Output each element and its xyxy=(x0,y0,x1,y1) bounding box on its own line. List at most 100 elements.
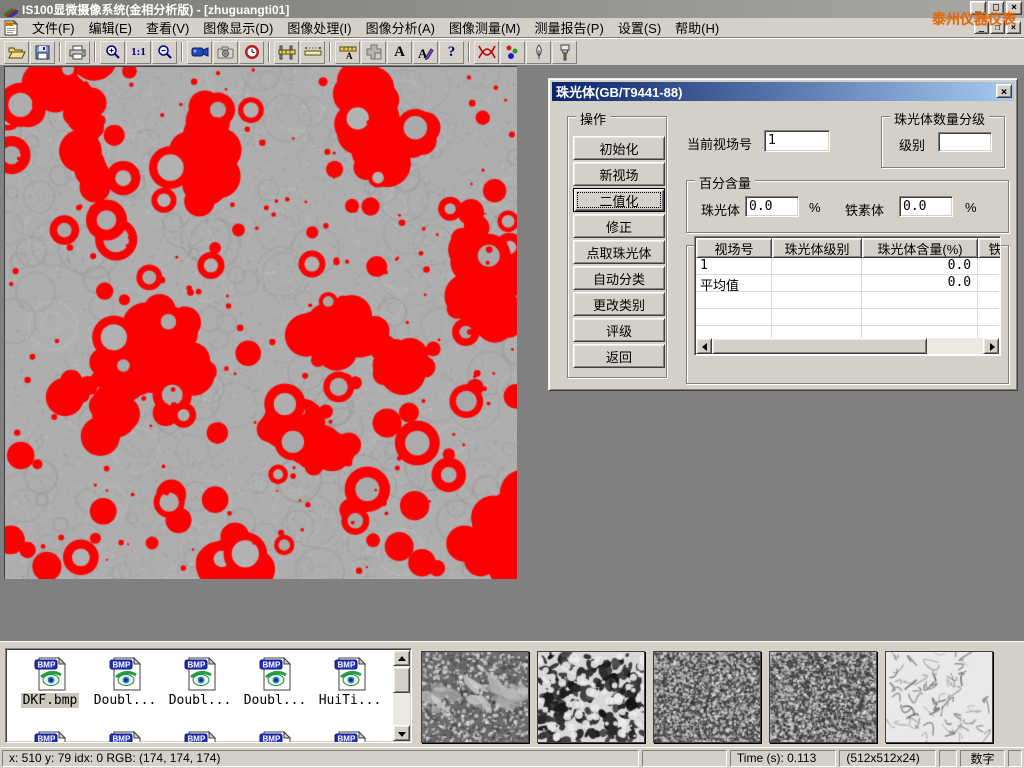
caliper-icon[interactable] xyxy=(274,41,299,64)
dialog-close-button[interactable]: × xyxy=(996,84,1012,98)
toolbar-separator xyxy=(181,42,183,62)
file-item-partial[interactable]: BMP xyxy=(164,729,236,743)
file-item[interactable]: BMP Doubl... xyxy=(164,655,236,708)
level-label: 级别 xyxy=(899,135,925,154)
video-camera-icon[interactable] xyxy=(187,41,212,64)
init-button[interactable]: 初始化 xyxy=(573,136,665,160)
thumbnail-4[interactable] xyxy=(769,651,877,743)
pick-pearlite-button[interactable]: 点取珠光体 xyxy=(573,240,665,264)
actual-size-icon[interactable]: 1:1 xyxy=(126,41,151,64)
file-item-partial[interactable]: BMP xyxy=(14,729,86,743)
thumbnail-5[interactable] xyxy=(885,651,993,743)
file-item[interactable]: BMP DKF.bmp xyxy=(14,655,86,708)
pearlite-percent-input[interactable]: 0.0 xyxy=(745,196,799,217)
dialog-title-bar[interactable]: 珠光体(GB/T9441-88) × xyxy=(552,82,1014,101)
col-field-header[interactable]: 视场号 xyxy=(696,238,772,258)
menu-item[interactable]: 图像显示(D) xyxy=(196,16,280,39)
col-ferrite-header[interactable]: 铁素体 xyxy=(978,238,1001,258)
open-folder-icon[interactable] xyxy=(4,41,29,64)
file-item-partial[interactable]: BMP xyxy=(89,729,161,743)
zoom-out-icon[interactable] xyxy=(152,41,177,64)
file-item-partial[interactable]: BMP xyxy=(314,729,386,743)
svg-text:DOC: DOC xyxy=(6,22,14,26)
menu-bar: DOC 文件(F)编辑(E)查看(V)图像显示(D)图像处理(I)图像分析(A)… xyxy=(0,18,1024,38)
col-level-header[interactable]: 珠光体级别 xyxy=(772,238,862,258)
print-icon[interactable] xyxy=(65,41,90,64)
current-field-input[interactable]: 1 xyxy=(764,130,830,152)
application-window: IS100显微摄像系统(金相分析版) - [zhuguangti01] _ □ … xyxy=(0,0,1024,768)
file-item-partial[interactable]: BMP xyxy=(239,729,311,743)
mode-panel: 数字 xyxy=(960,750,1005,767)
menu-item[interactable]: 图像分析(A) xyxy=(359,16,442,39)
scrollbar-thumb[interactable] xyxy=(712,338,927,354)
scroll-left-icon[interactable] xyxy=(696,338,712,354)
svg-text:A: A xyxy=(346,51,353,60)
svg-text:BMP: BMP xyxy=(338,735,356,744)
curve-tool-icon[interactable] xyxy=(474,41,499,64)
col-content-header[interactable]: 珠光体含量(%) xyxy=(862,238,978,258)
brush-tool-icon[interactable] xyxy=(552,41,577,64)
thumbnail-3[interactable] xyxy=(653,651,761,743)
move-grid-icon[interactable] xyxy=(361,41,386,64)
scroll-up-icon[interactable] xyxy=(393,650,410,666)
empty-panel xyxy=(939,750,957,767)
new-field-button[interactable]: 新视场 xyxy=(573,162,665,186)
metallographic-image[interactable] xyxy=(4,66,517,579)
table-row[interactable]: 1 0.0 xyxy=(696,258,999,275)
file-item[interactable]: BMP HuiTi... xyxy=(314,655,386,708)
ruler-dotted-icon[interactable] xyxy=(300,41,325,64)
change-class-button[interactable]: 更改类别 xyxy=(573,292,665,316)
image-size-panel: (512x512x24) xyxy=(839,750,936,767)
menu-item[interactable]: 设置(S) xyxy=(611,16,668,39)
menu-item[interactable]: 文件(F) xyxy=(25,16,82,39)
svg-text:BMP: BMP xyxy=(338,661,356,670)
pen-tool-icon[interactable] xyxy=(526,41,551,64)
file-item[interactable]: BMP Doubl... xyxy=(239,655,311,708)
menu-item[interactable]: 图像处理(I) xyxy=(280,16,358,39)
correct-button[interactable]: 修正 xyxy=(573,214,665,238)
app-icon xyxy=(2,2,18,17)
color-count-dots-icon[interactable] xyxy=(500,41,525,64)
time-panel: Time (s): 0.113 xyxy=(730,750,837,767)
scroll-down-icon[interactable] xyxy=(393,725,410,741)
toolbar: 1:1 A A A xyxy=(0,38,1024,66)
file-browser-strip: BMP DKF.bmp BMP Doubl... BMP Doubl... xyxy=(0,641,1024,747)
thumbnail-2[interactable] xyxy=(537,651,645,743)
auto-classify-button[interactable]: 自动分类 xyxy=(573,266,665,290)
toolbar-separator xyxy=(468,42,470,62)
document-icon: DOC xyxy=(3,20,19,36)
menu-item[interactable]: 编辑(E) xyxy=(82,16,139,39)
svg-text:BMP: BMP xyxy=(38,735,56,744)
level-input[interactable] xyxy=(938,132,992,152)
rate-button[interactable]: 评级 xyxy=(573,318,665,342)
file-item[interactable]: BMP Doubl... xyxy=(89,655,161,708)
thumbnail-1[interactable] xyxy=(421,651,529,743)
return-button[interactable]: 返回 xyxy=(573,344,665,368)
help-icon[interactable]: ? xyxy=(439,41,464,64)
binarize-button[interactable]: 二值化 xyxy=(573,188,665,212)
zoom-in-icon[interactable] xyxy=(100,41,125,64)
toolbar-separator xyxy=(329,42,331,62)
svg-text:BMP: BMP xyxy=(188,661,206,670)
timer-clock-icon[interactable] xyxy=(239,41,264,64)
text-a-icon[interactable]: A xyxy=(387,41,412,64)
text-edit-a-icon[interactable]: A xyxy=(413,41,438,64)
capture-camera-icon[interactable] xyxy=(213,41,238,64)
menu-item[interactable]: 测量报告(P) xyxy=(527,16,610,39)
toolbar-separator xyxy=(268,42,270,62)
file-list-scrollbar[interactable] xyxy=(393,650,410,741)
menu-item[interactable]: 查看(V) xyxy=(139,16,196,39)
ferrite-percent-input[interactable]: 0.0 xyxy=(899,196,953,217)
multifield-table[interactable]: 视场号 珠光体级别 珠光体含量(%) 铁素体 1 0.0 平均值 0. xyxy=(694,236,1001,356)
save-floppy-icon[interactable] xyxy=(30,41,55,64)
window-title: IS100显微摄像系统(金相分析版) - [zhuguangti01] xyxy=(22,1,289,18)
pearlite-dialog: 珠光体(GB/T9441-88) × 操作 初始化 新视场 二值化 修正 点取珠… xyxy=(548,78,1018,391)
table-row[interactable]: 平均值 0.0 xyxy=(696,275,999,292)
menu-item[interactable]: 帮助(H) xyxy=(668,16,726,39)
table-horizontal-scrollbar[interactable] xyxy=(696,338,999,354)
caliper-text-icon[interactable]: A xyxy=(335,41,360,64)
menu-item[interactable]: 图像测量(M) xyxy=(442,16,528,39)
file-list[interactable]: BMP DKF.bmp BMP Doubl... BMP Doubl... xyxy=(5,648,412,743)
scroll-right-icon[interactable] xyxy=(983,338,999,354)
scrollbar-thumb[interactable] xyxy=(393,667,410,693)
